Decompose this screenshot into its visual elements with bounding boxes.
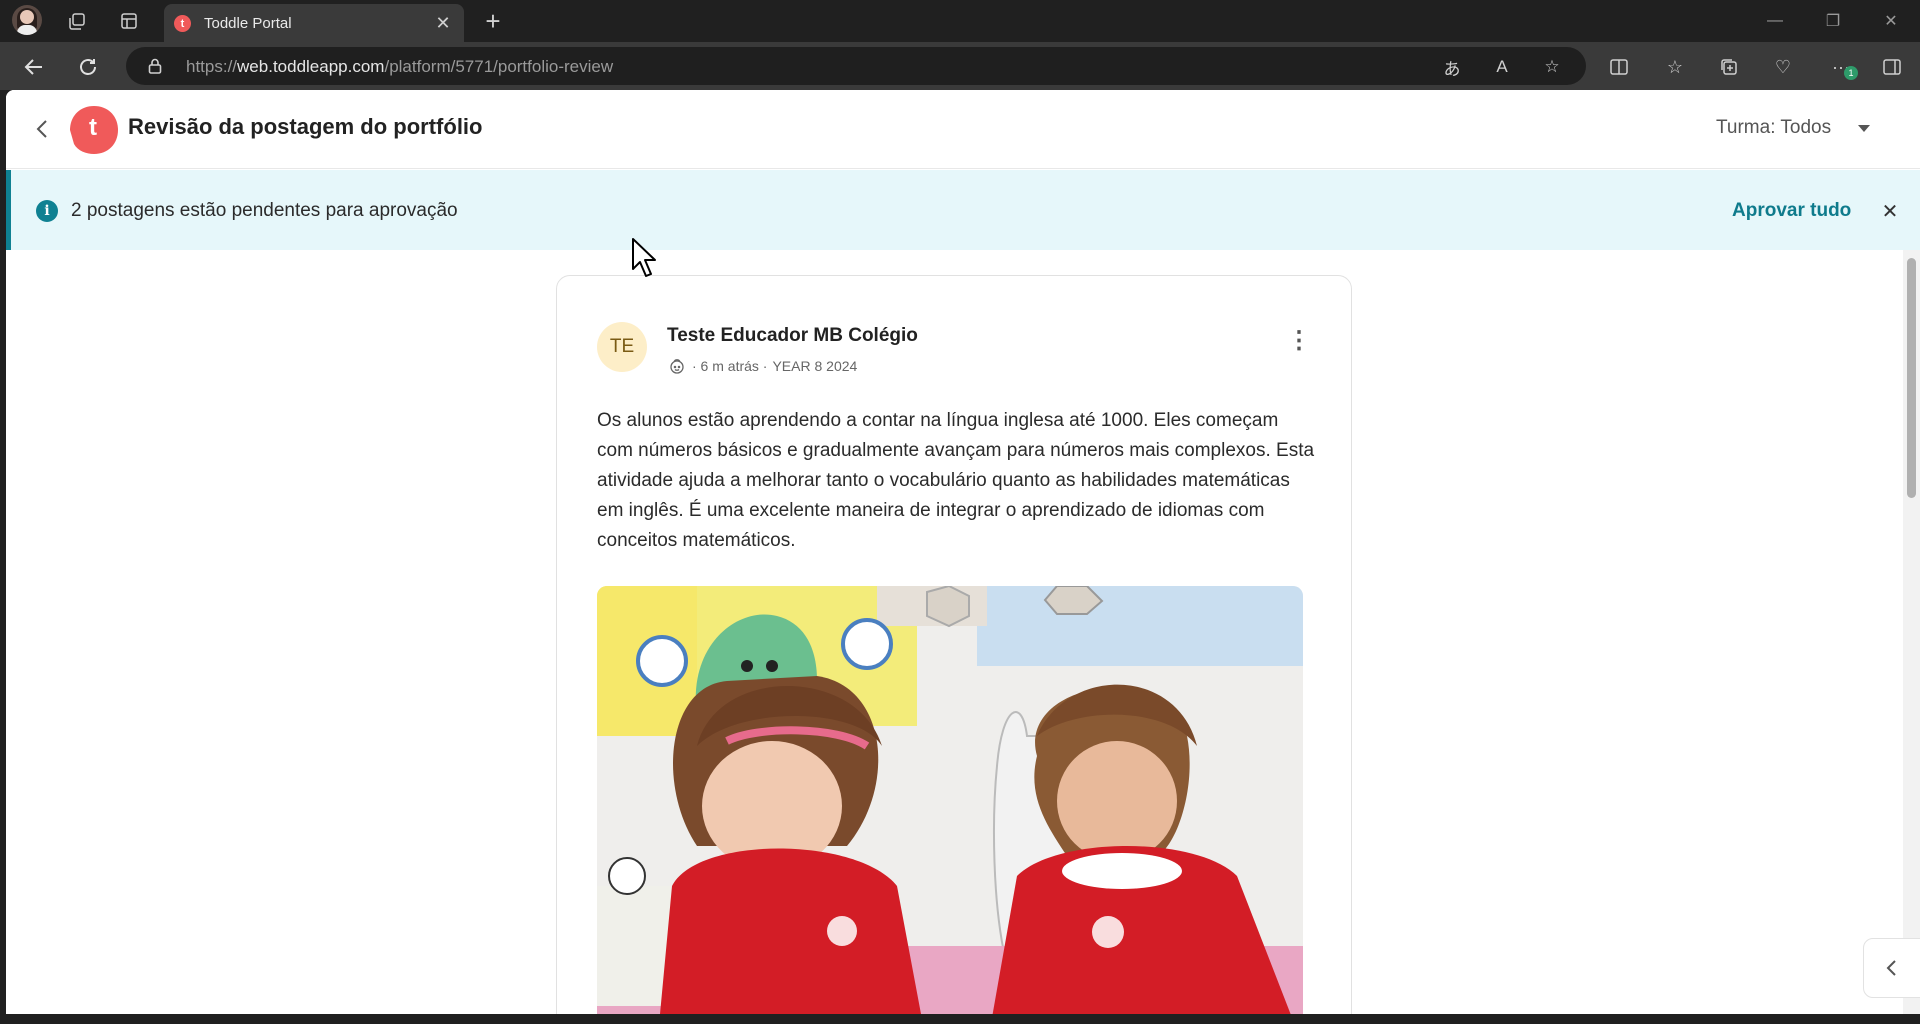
toddle-favicon-icon: t (174, 15, 191, 32)
class-filter-dropdown[interactable]: Turma: Todos (1716, 117, 1831, 139)
browser-window: t Toddle Portal ✕ + — ❐ ✕ https://web.to… (0, 0, 1920, 1024)
pending-approval-banner: i 2 postagens estão pendentes para aprov… (6, 170, 1920, 250)
close-window-icon[interactable]: ✕ (1871, 6, 1911, 36)
scrollbar-thumb[interactable] (1907, 258, 1916, 498)
restore-icon[interactable]: ❐ (1813, 6, 1853, 36)
back-arrow-icon[interactable] (18, 51, 50, 83)
dropdown-caret-icon[interactable] (1858, 125, 1870, 132)
favorites-icon[interactable]: ☆ (1660, 52, 1690, 82)
notification-badge: 1 (1844, 66, 1858, 80)
post-card: TE Teste Educador MB Colégio · 6 m atrás… (556, 275, 1352, 1014)
split-screen-icon[interactable] (1604, 52, 1634, 82)
new-tab-button[interactable]: + (478, 6, 508, 36)
banner-message: 2 postagens estão pendentes para aprovaç… (71, 200, 458, 221)
back-chevron-icon[interactable] (28, 115, 56, 143)
url-text[interactable]: https://web.toddleapp.com/platform/5771/… (186, 57, 613, 77)
browser-essentials-icon[interactable]: ♡ (1768, 52, 1798, 82)
window-bottom-edge (0, 1014, 1920, 1024)
translate-icon[interactable]: あ (1438, 53, 1466, 81)
post-group: YEAR 8 2024 (772, 358, 858, 374)
logo-letter: t (89, 114, 97, 141)
tab-title: Toddle Portal (204, 15, 292, 32)
lock-icon[interactable] (148, 58, 162, 74)
student-icon (670, 359, 684, 374)
tab-close-icon[interactable]: ✕ (430, 10, 456, 36)
mouse-cursor-icon (632, 238, 656, 277)
post-time: · 6 m atrás · (692, 358, 768, 374)
approve-all-button[interactable]: Aprovar tudo (1732, 200, 1851, 222)
web-page: t Revisão da postagem do portfólio Turma… (6, 90, 1920, 1014)
sidebar-toggle-icon[interactable] (1877, 52, 1907, 82)
info-icon: i (36, 200, 58, 222)
tab-actions-icon[interactable] (114, 6, 144, 36)
expand-panel-chevron-icon[interactable] (1863, 938, 1920, 998)
children-classroom-image (597, 586, 1303, 1014)
profile-avatar[interactable] (12, 5, 42, 35)
read-aloud-icon[interactable]: A (1488, 53, 1516, 81)
page-header: t Revisão da postagem do portfólio Turma… (6, 90, 1920, 169)
page-title: Revisão da postagem do portfólio (128, 114, 483, 139)
address-bar[interactable]: https://web.toddleapp.com/platform/5771/… (126, 47, 1586, 85)
minimize-icon[interactable]: — (1755, 6, 1795, 36)
tab-toddle-portal[interactable]: t Toddle Portal ✕ (164, 4, 464, 42)
more-options-kebab-icon[interactable]: ⋮ (1287, 326, 1311, 356)
favorite-star-icon[interactable]: ☆ (1538, 53, 1566, 81)
author-avatar: TE (597, 322, 647, 372)
workspaces-icon[interactable] (62, 6, 92, 36)
post-meta: · 6 m atrás · YEAR 8 2024 (667, 357, 857, 375)
page-scrollbar[interactable] (1903, 250, 1920, 1014)
refresh-icon[interactable] (72, 51, 104, 83)
tab-bar: t Toddle Portal ✕ + — ❐ ✕ (0, 0, 1920, 42)
author-name: Teste Educador MB Colégio (667, 325, 918, 346)
navigation-bar: https://web.toddleapp.com/platform/5771/… (0, 42, 1920, 90)
post-text: Os alunos estão aprendendo a contar na l… (597, 410, 1315, 551)
collections-icon[interactable] (1714, 52, 1744, 82)
close-icon[interactable]: ✕ (1877, 198, 1903, 224)
post-photo[interactable] (597, 586, 1303, 1014)
